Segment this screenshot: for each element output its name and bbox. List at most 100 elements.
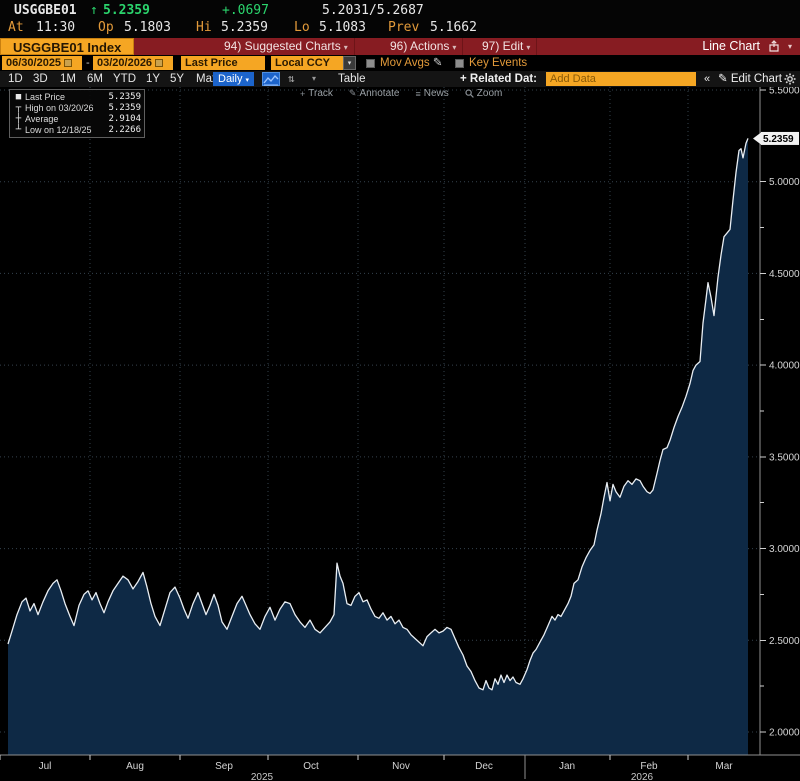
- at-value: 11:30: [36, 20, 75, 35]
- pencil-icon: ✎: [718, 73, 728, 85]
- last-price-tag: 5.2359: [753, 132, 799, 145]
- up-arrow-icon: ↑: [90, 3, 98, 18]
- export-icon[interactable]: [768, 40, 780, 52]
- chart-legend: ■ Last Price 5.2359 ┬ High on 03/20/26 5…: [9, 89, 145, 138]
- svg-text:5.2359: 5.2359: [763, 134, 794, 145]
- at-label: At: [8, 20, 24, 35]
- table-button[interactable]: Table: [338, 71, 366, 87]
- date-range-dash: -: [86, 56, 90, 70]
- plus-icon: +: [300, 89, 305, 99]
- high-value: 5.2359: [221, 20, 268, 35]
- chevron-down-icon: ▾: [452, 43, 456, 52]
- svg-text:Oct: Oct: [303, 761, 319, 772]
- line-chart-icon: [263, 74, 279, 86]
- track-button[interactable]: + Track: [300, 88, 333, 99]
- chart-controls: 06/30/2025 - 03/20/2026 Last Price Local…: [0, 55, 800, 71]
- svg-text:Aug: Aug: [126, 761, 144, 772]
- open-label: Op: [98, 20, 114, 35]
- price-field-select[interactable]: Last Price: [181, 56, 265, 70]
- svg-text:Dec: Dec: [475, 761, 493, 772]
- chevron-down-icon[interactable]: ▾: [788, 38, 792, 55]
- prev-label: Prev: [388, 20, 419, 35]
- key-events-checkbox[interactable]: [455, 59, 464, 68]
- related-data-label: + Related Dat:: [460, 71, 537, 87]
- currency-select[interactable]: Local CCY: [271, 56, 343, 70]
- currency-dropdown-button[interactable]: ▾: [343, 56, 356, 70]
- collapse-panel-icon[interactable]: «: [704, 71, 710, 87]
- gear-icon[interactable]: [784, 73, 796, 85]
- legend-row-average[interactable]: ┼ Average 2.9104: [12, 113, 141, 124]
- key-events-label[interactable]: Key Events: [469, 56, 527, 70]
- price-chart-area[interactable]: 2.00002.50003.00003.50004.00004.50005.00…: [0, 87, 800, 781]
- mov-avgs-label[interactable]: Mov Avgs ✎: [380, 56, 443, 70]
- svg-text:3.5000: 3.5000: [769, 452, 800, 463]
- high-label: Hi: [196, 20, 212, 35]
- svg-text:4.5000: 4.5000: [769, 269, 800, 280]
- chevron-down-icon: ▾: [526, 43, 530, 52]
- svg-text:2.0000: 2.0000: [769, 728, 800, 739]
- x-axis-labels: JulAugSepOctNovDecJanFebMar20252026: [0, 755, 733, 781]
- low-label: Lo: [294, 20, 310, 35]
- line-chart-type-button[interactable]: [262, 72, 280, 86]
- chevron-down-icon[interactable]: ▾: [312, 71, 316, 87]
- svg-text:Mar: Mar: [715, 761, 733, 772]
- pencil-icon: ✎: [433, 57, 443, 69]
- zoom-button[interactable]: Zoom: [465, 88, 503, 99]
- range-1m[interactable]: 1M: [60, 71, 76, 87]
- legend-row-high[interactable]: ┬ High on 03/20/26 5.2359: [12, 102, 141, 113]
- menu-actions[interactable]: 96) Actions▾: [384, 38, 463, 55]
- frequency-select[interactable]: Daily▾: [213, 72, 254, 86]
- menu-suggested-charts[interactable]: 94) Suggested Charts▾: [218, 38, 355, 55]
- range-1d[interactable]: 1D: [8, 71, 23, 87]
- add-data-input[interactable]: [546, 72, 696, 86]
- chart-type-label: Line Chart: [702, 38, 760, 55]
- date-to-field[interactable]: 03/20/2026: [93, 56, 173, 70]
- chevron-down-icon: ▾: [344, 43, 348, 52]
- range-1y[interactable]: 1Y: [146, 71, 160, 87]
- svg-text:Jan: Jan: [559, 761, 575, 772]
- edit-chart-button[interactable]: ✎ Edit Chart: [718, 71, 782, 87]
- average-marker-icon: ┼: [12, 114, 25, 124]
- svg-text:Nov: Nov: [392, 761, 410, 772]
- legend-row-low[interactable]: ┴ Low on 12/18/25 2.2266: [12, 124, 141, 135]
- open-value: 5.1803: [124, 20, 171, 35]
- security-ticket-field[interactable]: USGGBE01 Index: [0, 38, 134, 55]
- menu-edit[interactable]: 97) Edit▾: [476, 38, 537, 55]
- price-area-fill: [8, 138, 748, 755]
- svg-text:2025: 2025: [251, 772, 274, 781]
- high-marker-icon: ┬: [12, 103, 25, 113]
- svg-text:Jul: Jul: [39, 761, 52, 772]
- low-value: 5.1083: [319, 20, 366, 35]
- y-axis-labels: 2.00002.50003.00003.50004.00004.50005.00…: [760, 87, 800, 739]
- range-6m[interactable]: 6M: [87, 71, 103, 87]
- bid-ask: 5.2031/5.2687: [322, 3, 424, 18]
- date-from-field[interactable]: 06/30/2025: [2, 56, 82, 70]
- last-price: 5.2359: [103, 3, 150, 18]
- svg-text:5.5000: 5.5000: [769, 87, 800, 97]
- pencil-icon: ✎: [349, 88, 357, 99]
- series-swatch-icon: ■: [12, 92, 25, 102]
- svg-text:5.0000: 5.0000: [769, 177, 800, 188]
- price-change: +.0697: [222, 3, 269, 18]
- period-bar: 1D 3D 1M 6M YTD 1Y 5Y Max Daily▾ ⇅ ▾ Tab…: [0, 71, 800, 87]
- price-chart-svg: 2.00002.50003.00003.50004.00004.50005.00…: [0, 87, 800, 781]
- calendar-icon: [155, 59, 163, 67]
- legend-row-last-price[interactable]: ■ Last Price 5.2359: [12, 91, 141, 102]
- range-5y[interactable]: 5Y: [170, 71, 184, 87]
- sort-arrows-icon[interactable]: ⇅: [288, 71, 295, 87]
- menu-bar: USGGBE01 Index 94) Suggested Charts▾ 96)…: [0, 38, 800, 55]
- range-ytd[interactable]: YTD: [113, 71, 136, 87]
- ticker-symbol: USGGBE01: [14, 3, 77, 18]
- news-button[interactable]: ≡ News: [416, 88, 449, 99]
- svg-text:4.0000: 4.0000: [769, 361, 800, 372]
- svg-text:Feb: Feb: [640, 761, 658, 772]
- mov-avgs-checkbox[interactable]: [366, 59, 375, 68]
- prev-value: 5.1662: [430, 20, 477, 35]
- svg-text:2026: 2026: [631, 772, 654, 781]
- chart-hover-toolbar: + Track ✎ Annotate ≡ News Zoom: [300, 88, 502, 99]
- chevron-down-icon: ▾: [245, 77, 249, 84]
- calendar-icon: [64, 59, 72, 67]
- range-3d[interactable]: 3D: [33, 71, 48, 87]
- annotate-button[interactable]: ✎ Annotate: [349, 88, 400, 99]
- news-lines-icon: ≡: [416, 89, 421, 99]
